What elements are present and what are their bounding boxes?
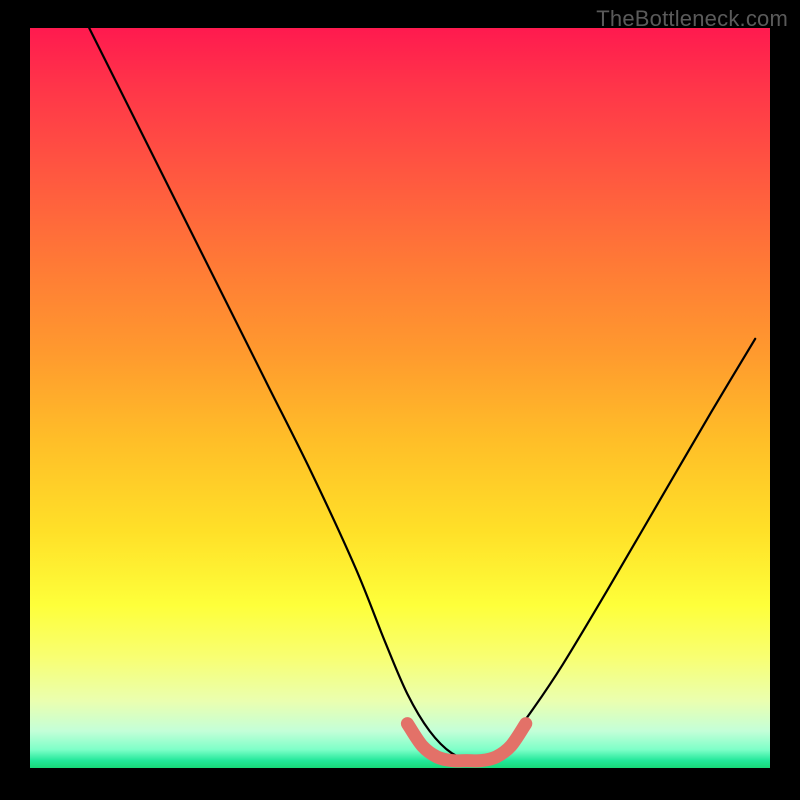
chart-plot-area <box>30 28 770 768</box>
bottleneck-curve-line <box>89 28 755 761</box>
watermark-text: TheBottleneck.com <box>596 6 788 32</box>
optimal-zone-marker <box>407 724 525 761</box>
chart-svg-overlay <box>30 28 770 768</box>
